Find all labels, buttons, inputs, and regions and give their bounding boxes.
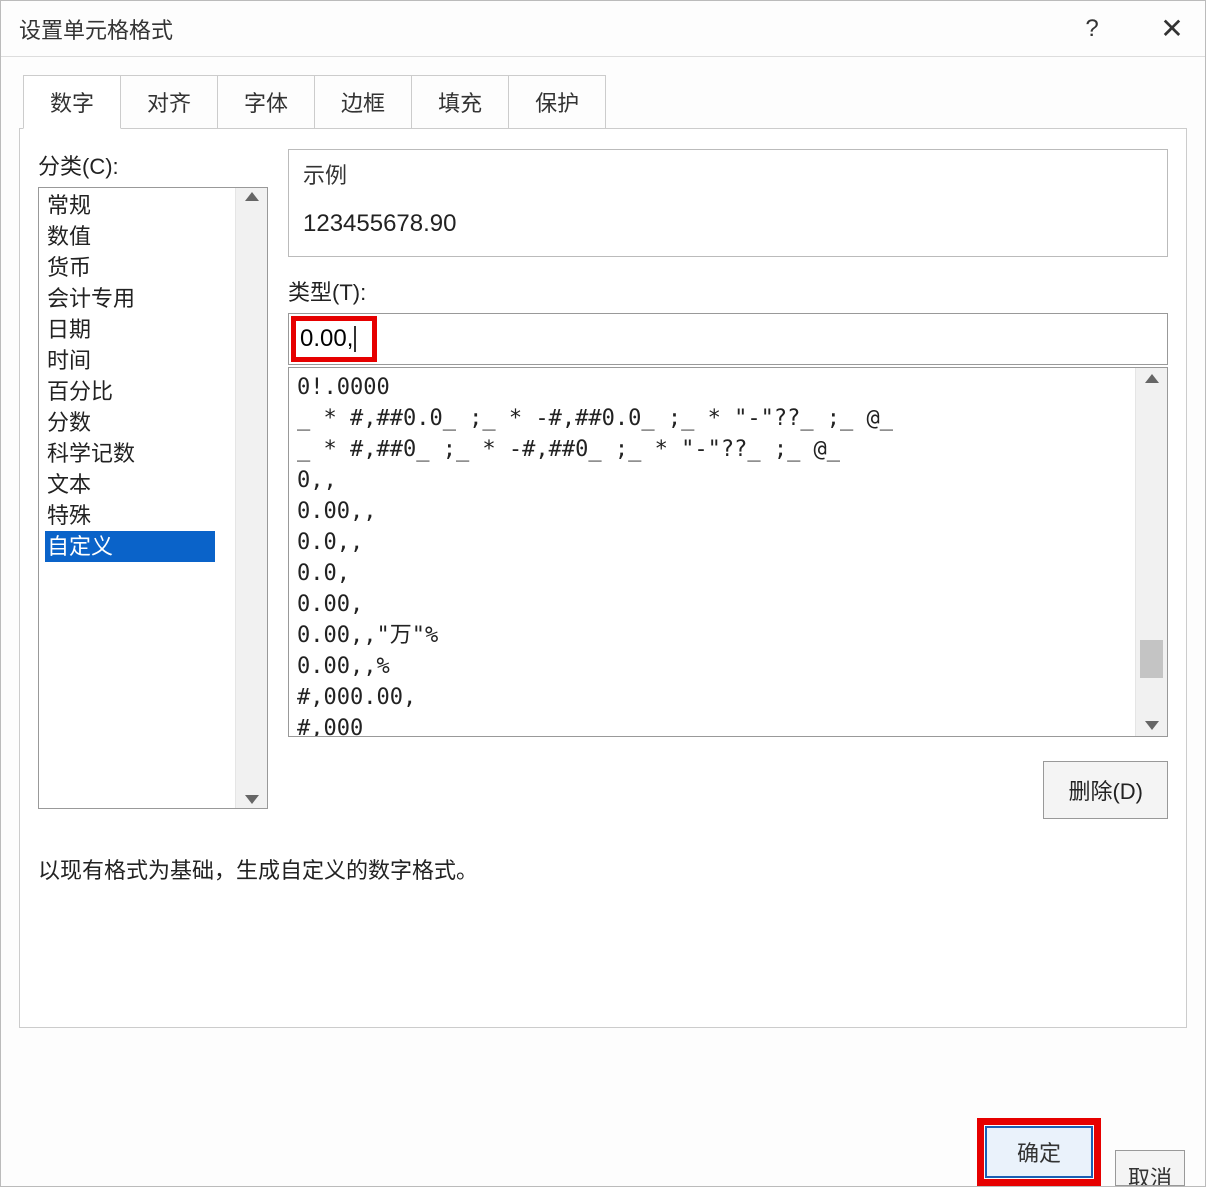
tab-fill[interactable]: 填充 [412,75,509,129]
tab-alignment[interactable]: 对齐 [121,75,218,129]
format-item[interactable]: #,000.00, [297,682,1135,713]
format-code-listbox[interactable]: 0!.0000 _ * #,##0.0_ ;_ * -#,##0.0_ ;_ *… [288,367,1168,737]
category-item-general[interactable]: 常规 [45,190,235,221]
close-button[interactable]: ✕ [1157,12,1187,45]
format-item[interactable]: 0.00, [297,589,1135,620]
type-input-value: 0.00, [300,325,353,353]
category-item-special[interactable]: 特殊 [45,500,235,531]
titlebar: 设置单元格格式 ? ✕ [1,1,1205,57]
scroll-up-icon[interactable] [245,192,259,201]
window-title: 设置单元格格式 [19,13,173,45]
scroll-down-icon[interactable] [1145,721,1159,730]
dialog-buttons: 确定 取消 [977,1118,1185,1186]
category-item-text[interactable]: 文本 [45,469,235,500]
scrollbar-thumb[interactable] [1140,640,1163,678]
format-item[interactable]: 0.00,,"万"% [297,620,1135,651]
delete-button[interactable]: 删除(D) [1043,761,1168,819]
format-item[interactable]: 0.0,, [297,527,1135,558]
category-item-percentage[interactable]: 百分比 [45,376,235,407]
tab-protection[interactable]: 保护 [509,75,606,129]
ok-button-highlight: 确定 [977,1118,1101,1186]
format-item[interactable]: 0.0, [297,558,1135,589]
tab-border[interactable]: 边框 [315,75,412,129]
content-area: 数字 对齐 字体 边框 填充 保护 分类(C): 常规 数值 货币 会计专用 [1,57,1205,1028]
category-column: 分类(C): 常规 数值 货币 会计专用 日期 时间 百分比 分数 科学记数 [38,149,268,819]
cancel-button[interactable]: 取消 [1115,1150,1185,1186]
category-item-date[interactable]: 日期 [45,314,235,345]
format-scrollbar[interactable] [1135,368,1167,736]
sample-label: 示例 [303,158,1153,190]
detail-column: 示例 123455678.90 类型(T): 0.00, 0!.0000 _ *… [288,149,1168,819]
format-item[interactable]: 0.00,, [297,496,1135,527]
category-item-scientific[interactable]: 科学记数 [45,438,235,469]
tab-number[interactable]: 数字 [23,75,121,129]
category-item-fraction[interactable]: 分数 [45,407,235,438]
scroll-down-icon[interactable] [245,795,259,804]
scroll-up-icon[interactable] [1145,374,1159,383]
hint-text: 以现有格式为基础，生成自定义的数字格式。 [38,853,1168,885]
category-label: 分类(C): [38,149,268,181]
tab-panel: 分类(C): 常规 数值 货币 会计专用 日期 时间 百分比 分数 科学记数 [19,128,1187,1028]
tab-font[interactable]: 字体 [218,75,315,129]
type-input-highlight: 0.00, [291,316,377,362]
tab-strip: 数字 对齐 字体 边框 填充 保护 [23,75,1187,129]
format-item[interactable]: 0!.0000 [297,372,1135,403]
sample-box: 示例 123455678.90 [288,149,1168,257]
text-cursor [354,326,356,352]
category-item-custom[interactable]: 自定义 [45,531,215,562]
category-listbox[interactable]: 常规 数值 货币 会计专用 日期 时间 百分比 分数 科学记数 文本 特殊 自定… [38,187,268,809]
format-item[interactable]: _ * #,##0_ ;_ * -#,##0_ ;_ * "-"??_ ;_ @… [297,434,1135,465]
format-item[interactable]: #,000 [297,713,1135,736]
category-item-currency[interactable]: 货币 [45,252,235,283]
category-scrollbar[interactable] [235,188,267,808]
category-item-accounting[interactable]: 会计专用 [45,283,235,314]
format-item[interactable]: 0.00,,% [297,651,1135,682]
ok-button[interactable]: 确定 [985,1126,1093,1178]
delete-row: 删除(D) [288,761,1168,819]
format-item[interactable]: 0,, [297,465,1135,496]
format-cells-dialog: 设置单元格格式 ? ✕ 数字 对齐 字体 边框 填充 保护 分类(C): 常规 [0,0,1206,1187]
help-button[interactable]: ? [1077,15,1107,43]
type-label: 类型(T): [288,275,1168,307]
titlebar-controls: ? ✕ [1077,12,1187,45]
category-item-time[interactable]: 时间 [45,345,235,376]
category-item-number[interactable]: 数值 [45,221,235,252]
format-item[interactable]: _ * #,##0.0_ ;_ * -#,##0.0_ ;_ * "-"??_ … [297,403,1135,434]
sample-value: 123455678.90 [303,210,1153,238]
type-input[interactable]: 0.00, [288,313,1168,365]
scrollbar-track[interactable] [1136,383,1167,721]
